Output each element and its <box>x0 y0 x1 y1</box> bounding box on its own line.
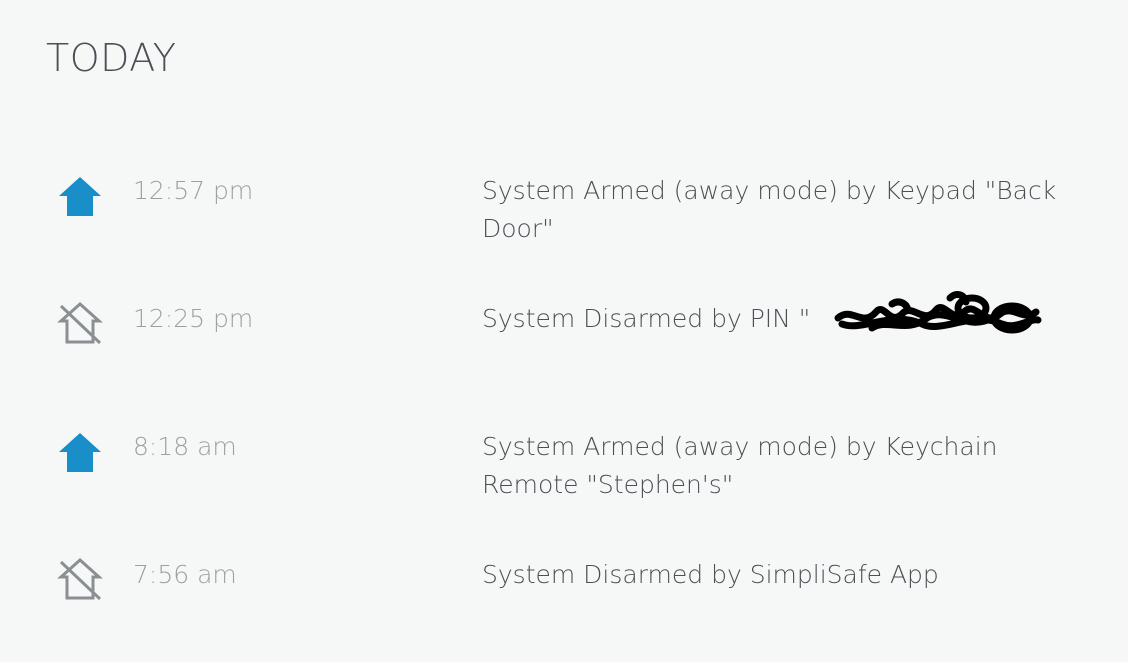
event-description: System Armed (away mode) by Keypad "Back… <box>482 176 1057 243</box>
event-description: System Armed (away mode) by Keychain Rem… <box>482 432 998 499</box>
event-row[interactable]: 12:57 pm System Armed (away mode) by Key… <box>0 170 1128 270</box>
event-time: 7:56 am <box>133 560 237 589</box>
event-row[interactable]: 7:56 am System Disarmed by SimpliSafe Ap… <box>0 554 1128 654</box>
event-time: 12:25 pm <box>133 304 254 333</box>
event-description: System Disarmed by SimpliSafe App <box>482 560 939 589</box>
disarmed-home-icon <box>57 300 103 344</box>
armed-home-icon <box>57 174 103 218</box>
armed-home-icon <box>57 430 103 474</box>
redaction-scribble <box>834 291 1042 334</box>
event-time: 12:57 pm <box>133 176 254 205</box>
disarmed-home-icon <box>57 556 103 600</box>
event-row[interactable]: 8:18 am System Armed (away mode) by Keyc… <box>0 426 1128 526</box>
event-time: 8:18 am <box>133 432 237 461</box>
